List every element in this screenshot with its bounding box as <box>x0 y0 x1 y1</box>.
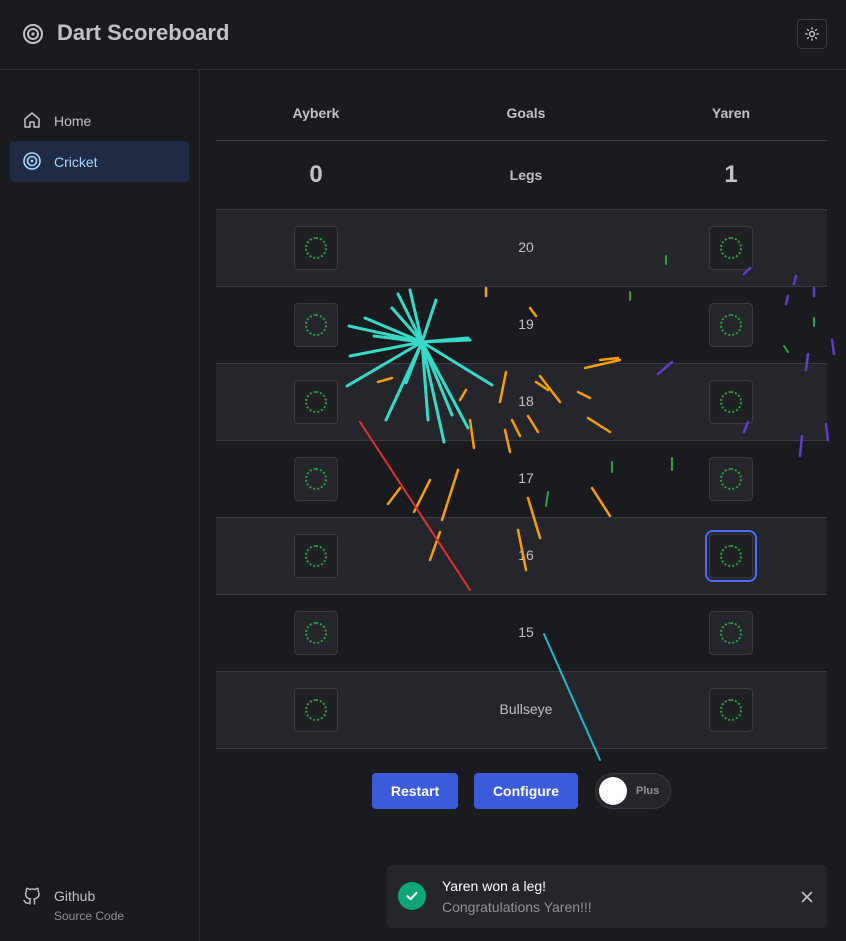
toggle-label: Plus <box>636 785 660 797</box>
target-row: 16 <box>216 518 827 595</box>
sidebar: Home Cricket <box>0 70 200 941</box>
empty-mark-icon <box>720 468 742 490</box>
plus-mode-toggle[interactable]: Plus <box>595 773 671 809</box>
empty-mark-icon <box>720 622 742 644</box>
player1-name: Ayberk <box>292 105 340 121</box>
player2-mark-button[interactable] <box>709 380 753 424</box>
empty-mark-icon <box>305 699 327 721</box>
notification-title: Yaren won a leg! <box>442 878 547 894</box>
target-row: 17 <box>216 441 827 518</box>
sidebar-item-label: Cricket <box>54 154 98 170</box>
target-label: 19 <box>518 316 534 332</box>
github-label: Github <box>54 888 96 904</box>
empty-mark-icon <box>305 622 327 644</box>
app-title: Dart Scoreboard <box>57 20 230 45</box>
empty-mark-icon <box>720 545 742 567</box>
empty-mark-icon <box>305 314 327 336</box>
empty-mark-icon <box>305 391 327 413</box>
target-label: 17 <box>518 470 534 486</box>
empty-mark-icon <box>720 391 742 413</box>
empty-mark-icon <box>720 699 742 721</box>
player1-mark-button[interactable] <box>294 380 338 424</box>
toggle-knob <box>599 777 627 805</box>
game-controls: Restart Configure Plus <box>0 773 846 809</box>
github-sublabel: Source Code <box>54 909 125 923</box>
target-label: 20 <box>518 239 534 255</box>
sidebar-item-home[interactable]: Home <box>10 100 189 141</box>
legs-row: 0 Legs 1 <box>216 141 827 210</box>
player1-mark-button[interactable] <box>294 688 338 732</box>
notification-toast: Yaren won a leg! Congratulations Yaren!!… <box>387 865 827 928</box>
target-icon <box>23 152 41 170</box>
empty-mark-icon <box>305 237 327 259</box>
player2-mark-button[interactable] <box>709 457 753 501</box>
close-icon[interactable] <box>799 889 815 905</box>
goals-header: Goals <box>506 105 546 121</box>
target-row: 15 <box>216 595 827 672</box>
empty-mark-icon <box>720 314 742 336</box>
player1-mark-button[interactable] <box>294 611 338 655</box>
empty-mark-icon <box>305 468 327 490</box>
configure-button[interactable]: Configure <box>474 773 578 809</box>
scoreboard-header: Ayberk Goals Yaren <box>216 86 827 141</box>
target-label: 15 <box>518 624 534 640</box>
app-header: Dart Scoreboard <box>0 0 846 70</box>
player2-mark-button[interactable] <box>709 303 753 347</box>
player2-legs: 1 <box>724 161 738 188</box>
empty-mark-icon <box>305 545 327 567</box>
empty-mark-icon <box>720 237 742 259</box>
target-row: 18 <box>216 364 827 441</box>
restart-button[interactable]: Restart <box>372 773 458 809</box>
target-row: 19 <box>216 287 827 364</box>
github-link[interactable]: Github Source Code <box>10 878 189 928</box>
github-icon <box>23 887 40 905</box>
target-label: 18 <box>518 393 534 409</box>
target-row: 20 <box>216 210 827 287</box>
legs-label: Legs <box>509 167 543 183</box>
sidebar-item-label: Home <box>54 113 92 129</box>
player1-mark-button[interactable] <box>294 226 338 270</box>
notification-message: Congratulations Yaren!!! <box>442 899 592 915</box>
player2-name: Yaren <box>711 105 751 121</box>
player1-legs: 0 <box>309 161 323 188</box>
theme-toggle-button[interactable] <box>797 19 827 49</box>
player1-mark-button[interactable] <box>294 303 338 347</box>
target-row: Bullseye <box>216 672 827 749</box>
player2-mark-button[interactable] <box>709 611 753 655</box>
target-icon <box>23 24 43 44</box>
sun-icon <box>805 27 819 41</box>
player2-mark-button[interactable] <box>709 226 753 270</box>
target-label: 16 <box>518 547 534 563</box>
sidebar-item-cricket[interactable]: Cricket <box>10 141 189 182</box>
player1-mark-button[interactable] <box>294 534 338 578</box>
target-label: Bullseye <box>499 701 553 717</box>
player1-mark-button[interactable] <box>294 457 338 501</box>
player2-mark-button[interactable] <box>705 530 757 582</box>
home-icon <box>24 112 40 128</box>
player2-mark-button[interactable] <box>709 688 753 732</box>
check-icon <box>398 882 426 910</box>
